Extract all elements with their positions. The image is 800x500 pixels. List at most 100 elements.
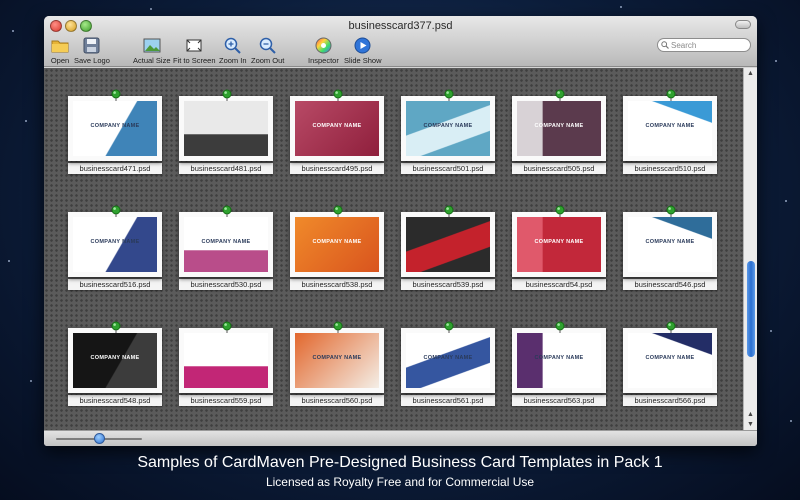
card-preview: COMPANY NAME — [628, 333, 712, 388]
card-preview — [184, 333, 268, 388]
toolbar-save-logo-button[interactable]: Save Logo — [74, 35, 110, 65]
search-field[interactable]: Search — [657, 38, 751, 52]
vertical-scrollbar[interactable]: ▲ ▲ ▼ — [743, 68, 757, 430]
card-preview: COMPANY NAME — [73, 217, 157, 272]
pushpin-icon — [554, 204, 566, 217]
card-thumbnail[interactable]: businesscard481.psd — [179, 89, 273, 174]
pushpin-icon — [221, 204, 233, 217]
card-company-name: COMPANY NAME — [201, 239, 251, 245]
card-company-name: COMPANY NAME — [90, 123, 140, 129]
card-filename: businesscard505.psd — [512, 163, 606, 174]
card-thumbnail[interactable]: COMPANY NAME businesscard495.psd — [290, 89, 384, 174]
card-thumbnail[interactable]: COMPANY NAME businesscard566.psd — [623, 321, 717, 406]
scrollbar-thumb[interactable] — [747, 260, 755, 357]
toolbar-zoom-out-button[interactable]: Zoom Out — [251, 35, 284, 65]
toolbar-toggle-button[interactable] — [735, 20, 751, 29]
card-thumbnail[interactable]: COMPANY NAME businesscard54.psd — [512, 205, 606, 290]
card-company-name: COMPANY NAME — [423, 123, 473, 129]
card-frame: COMPANY NAME — [623, 321, 717, 393]
card-thumbnail[interactable]: COMPANY NAME businesscard546.psd — [623, 205, 717, 290]
card-thumbnail[interactable]: COMPANY NAME businesscard516.psd — [68, 205, 162, 290]
toolbar-inspector-label: Inspector — [308, 56, 339, 65]
card-thumbnail[interactable]: COMPANY NAME businesscard548.psd — [68, 321, 162, 406]
pushpin-icon — [665, 88, 677, 101]
card-company-name: COMPANY NAME — [312, 123, 362, 129]
card-preview: COMPANY NAME — [73, 101, 157, 156]
thumbnail-grid[interactable]: COMPANY NAME businesscard471.psd businessc… — [44, 68, 743, 430]
card-thumbnail[interactable]: businesscard559.psd — [179, 321, 273, 406]
card-filename: businesscard501.psd — [401, 163, 495, 174]
card-thumbnail[interactable]: COMPANY NAME businesscard505.psd — [512, 89, 606, 174]
card-preview: COMPANY NAME — [628, 101, 712, 156]
scroll-up-arrow-icon[interactable]: ▲ — [747, 70, 754, 77]
toolbar-fit-screen-button[interactable]: Fit to Screen — [173, 35, 216, 65]
scroll-up-arrow-icon[interactable]: ▲ — [747, 411, 754, 418]
card-frame: COMPANY NAME — [512, 321, 606, 393]
card-preview: COMPANY NAME — [517, 101, 601, 156]
card-frame: COMPANY NAME — [290, 321, 384, 393]
toolbar-zoom-in-button[interactable]: Zoom In — [219, 35, 247, 65]
card-frame: COMPANY NAME — [179, 205, 273, 277]
card-filename: businesscard566.psd — [623, 395, 717, 406]
toolbar-zoom-in-label: Zoom In — [219, 56, 247, 65]
card-frame: COMPANY NAME — [623, 89, 717, 161]
card-filename: businesscard539.psd — [401, 279, 495, 290]
card-preview: COMPANY NAME — [517, 333, 601, 388]
play-icon — [353, 35, 373, 55]
card-frame: COMPANY NAME — [623, 205, 717, 277]
card-filename: businesscard560.psd — [290, 395, 384, 406]
card-filename: businesscard481.psd — [179, 163, 273, 174]
card-preview: COMPANY NAME — [628, 217, 712, 272]
card-preview — [406, 217, 490, 272]
card-thumbnail[interactable]: COMPANY NAME businesscard563.psd — [512, 321, 606, 406]
card-filename: businesscard548.psd — [68, 395, 162, 406]
window-title: businesscard377.psd — [348, 20, 453, 32]
card-thumbnail[interactable]: COMPANY NAME businesscard530.psd — [179, 205, 273, 290]
card-preview: COMPANY NAME — [517, 217, 601, 272]
toolbar-slide-show-button[interactable]: Slide Show — [344, 35, 382, 65]
color-wheel-icon — [313, 35, 333, 55]
card-thumbnail[interactable]: COMPANY NAME businesscard560.psd — [290, 321, 384, 406]
pushpin-icon — [110, 204, 122, 217]
card-company-name: COMPANY NAME — [423, 355, 473, 361]
toolbar-inspector-button[interactable]: Inspector — [308, 35, 339, 65]
card-frame: COMPANY NAME — [290, 205, 384, 277]
toolbar-slide-show-label: Slide Show — [344, 56, 382, 65]
scroll-down-arrow-icon[interactable]: ▼ — [747, 421, 754, 428]
card-filename: businesscard559.psd — [179, 395, 273, 406]
search-placeholder: Search — [671, 40, 697, 50]
card-frame: COMPANY NAME — [68, 89, 162, 161]
status-bar — [44, 430, 757, 446]
card-company-name: COMPANY NAME — [534, 355, 584, 361]
card-filename: businesscard495.psd — [290, 163, 384, 174]
card-preview: COMPANY NAME — [73, 333, 157, 388]
pushpin-icon — [110, 88, 122, 101]
pushpin-icon — [332, 320, 344, 333]
folder-icon — [50, 35, 70, 55]
card-thumbnail[interactable]: COMPANY NAME businesscard501.psd — [401, 89, 495, 174]
pushpin-icon — [332, 88, 344, 101]
zoom-slider-knob[interactable] — [93, 433, 105, 444]
card-filename: businesscard563.psd — [512, 395, 606, 406]
card-thumbnail[interactable]: businesscard539.psd — [401, 205, 495, 290]
card-thumbnail[interactable]: COMPANY NAME businesscard538.psd — [290, 205, 384, 290]
pushpin-icon — [665, 204, 677, 217]
pushpin-icon — [443, 204, 455, 217]
card-thumbnail[interactable]: COMPANY NAME businesscard561.psd — [401, 321, 495, 406]
pushpin-icon — [110, 320, 122, 333]
card-thumbnail[interactable]: COMPANY NAME businesscard471.psd — [68, 89, 162, 174]
card-preview: COMPANY NAME — [184, 217, 268, 272]
card-thumbnail[interactable]: COMPANY NAME businesscard510.psd — [623, 89, 717, 174]
card-frame: COMPANY NAME — [68, 321, 162, 393]
card-company-name: COMPANY NAME — [312, 239, 362, 245]
card-preview: COMPANY NAME — [406, 333, 490, 388]
card-company-name: COMPANY NAME — [645, 239, 695, 245]
card-filename: businesscard54.psd — [512, 279, 606, 290]
toolbar-open-button[interactable]: Open — [50, 35, 70, 65]
toolbar-actual-size-button[interactable]: Actual Size — [133, 35, 171, 65]
card-preview: COMPANY NAME — [295, 101, 379, 156]
app-window: businesscard377.psd Open Save Logo Actua… — [44, 16, 757, 446]
pushpin-icon — [221, 88, 233, 101]
pushpin-icon — [665, 320, 677, 333]
card-frame — [179, 89, 273, 161]
